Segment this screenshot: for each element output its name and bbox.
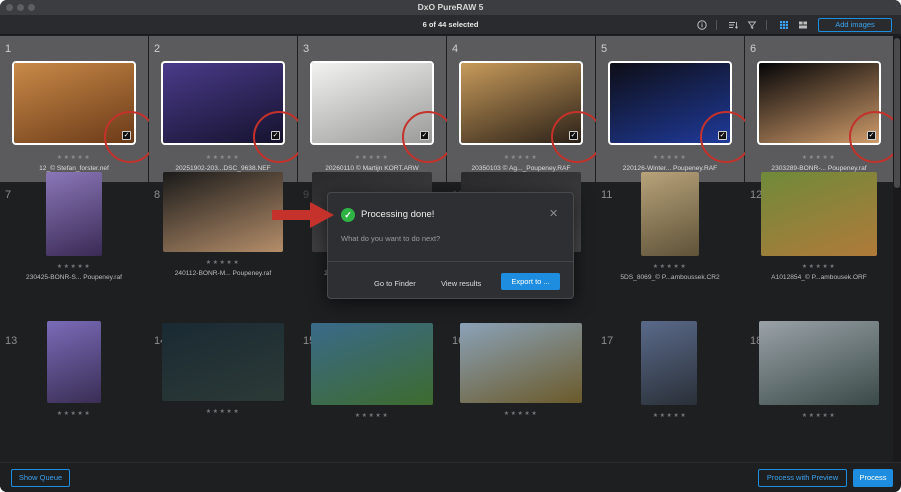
image-index: 1 xyxy=(5,43,12,55)
image-cell[interactable]: 6 ✓ ★★★★★ 2303289-BONR-... Poupeney.raf xyxy=(745,36,893,182)
image-thumbnail[interactable] xyxy=(641,172,699,256)
app-window: DxO PureRAW 5 6 of 44 selected Add image… xyxy=(0,0,901,492)
file-name: 220126-Winter... Poupeney.RAF xyxy=(622,165,718,172)
rating-stars[interactable]: ★★★★★ xyxy=(447,154,595,161)
success-check-icon: ✓ xyxy=(341,208,355,222)
go-to-finder-button[interactable]: Go to Finder xyxy=(374,279,416,288)
toolbar-separator xyxy=(716,20,717,30)
image-index: 2 xyxy=(154,43,161,55)
process-with-preview-button[interactable]: Process with Preview xyxy=(758,469,847,487)
image-index: 4 xyxy=(452,43,459,55)
processing-done-dialog: ✓ Processing done! ✕ What do you want to… xyxy=(327,192,574,299)
rating-stars[interactable]: ★★★★★ xyxy=(596,154,744,161)
image-cell[interactable]: 4 ✓ ★★★★★ 20350103 © Ag..._Poupeney.RAF xyxy=(447,36,603,182)
image-thumbnail[interactable] xyxy=(163,172,283,252)
rating-stars[interactable]: ★★★★★ xyxy=(745,263,893,270)
file-name: 20251902-203...DSC_9638.NEF xyxy=(175,165,271,172)
image-thumbnail[interactable] xyxy=(761,172,877,256)
toolbar: 6 of 44 selected Add images xyxy=(0,15,901,35)
sort-icon[interactable] xyxy=(727,19,739,31)
rating-stars[interactable]: ★★★★★ xyxy=(149,408,297,415)
toolbar-separator xyxy=(766,20,767,30)
image-thumbnail[interactable] xyxy=(47,321,101,403)
filter-icon[interactable] xyxy=(746,19,758,31)
scrollbar-thumb[interactable] xyxy=(894,38,900,188)
compare-view-icon[interactable] xyxy=(797,19,809,31)
image-index: 11 xyxy=(601,189,613,201)
close-window-button[interactable] xyxy=(6,4,13,11)
image-cell[interactable]: 11 ★★★★★ 5DS_8069_© P...amboussek.CR2 xyxy=(596,172,744,328)
info-icon[interactable] xyxy=(696,19,708,31)
rating-stars[interactable]: ★★★★★ xyxy=(447,410,595,417)
footer-bar: Show Queue Process with Preview Process xyxy=(0,462,901,492)
image-index: 17 xyxy=(601,335,614,347)
rating-stars[interactable]: ★★★★★ xyxy=(298,412,446,419)
dialog-title: Processing done! xyxy=(361,209,435,220)
rating-stars[interactable]: ★★★★★ xyxy=(298,154,446,161)
process-button[interactable]: Process xyxy=(853,469,893,487)
image-thumbnail[interactable] xyxy=(311,323,433,405)
image-cell[interactable]: 18 ★★★★★ xyxy=(745,321,893,462)
minimize-window-button[interactable] xyxy=(17,4,24,11)
image-index: 7 xyxy=(5,189,12,201)
image-index: 3 xyxy=(303,43,310,55)
image-index: 5 xyxy=(601,43,608,55)
image-index: 8 xyxy=(154,189,161,201)
file-name: 20350103 © Ag..._Poupeney.RAF xyxy=(471,165,571,172)
image-thumbnail[interactable] xyxy=(46,172,102,256)
grid-scrollbar[interactable] xyxy=(893,36,901,462)
image-index: 13 xyxy=(5,335,18,347)
dialog-divider xyxy=(328,261,573,262)
rating-stars[interactable]: ★★★★★ xyxy=(596,412,744,419)
image-cell[interactable]: 2 ✓ ★★★★★ 20251902-203...DSC_9638.NEF xyxy=(149,36,305,182)
annotation-arrow-icon xyxy=(272,202,334,228)
rating-stars[interactable]: ★★★★★ xyxy=(745,412,893,419)
grid-view-icon[interactable] xyxy=(778,19,790,31)
image-thumbnail[interactable] xyxy=(460,323,582,403)
title-bar: DxO PureRAW 5 xyxy=(0,0,901,15)
show-queue-button[interactable]: Show Queue xyxy=(11,469,70,487)
file-name: 5DS_8069_© P...amboussek.CR2 xyxy=(620,274,720,281)
rating-stars[interactable]: ★★★★★ xyxy=(0,263,148,270)
image-cell[interactable]: 7 ★★★★★ 230425-BONR-S... Poupeney.raf xyxy=(0,172,148,328)
image-thumbnail[interactable] xyxy=(641,321,697,405)
file-name: 20260110 © Martijn KORT.ARW xyxy=(325,165,419,172)
image-thumbnail[interactable] xyxy=(759,321,879,405)
dialog-question: What do you want to do next? xyxy=(341,234,441,243)
file-name: 2303289-BONR-... Poupeney.raf xyxy=(771,165,867,172)
image-cell[interactable]: 3 ✓ ★★★★★ 20260110 © Martijn KORT.ARW xyxy=(298,36,454,182)
add-images-button[interactable]: Add images xyxy=(818,18,892,32)
image-cell[interactable]: 12 ★★★★★ A1012854_© P...ambousek.ORF xyxy=(745,172,893,328)
image-index: 6 xyxy=(750,43,757,55)
file-name: 240112-BONR-M... Poupeney.raf xyxy=(174,270,272,277)
export-to-button[interactable]: Export to ... xyxy=(501,273,560,290)
zoom-window-button[interactable] xyxy=(28,4,35,11)
rating-stars[interactable]: ★★★★★ xyxy=(149,259,297,266)
file-name: 12_© Stefan_forster.nef xyxy=(39,165,109,172)
rating-stars[interactable]: ★★★★★ xyxy=(0,154,148,161)
image-cell[interactable]: 17 ★★★★★ xyxy=(596,321,744,462)
rating-stars[interactable]: ★★★★★ xyxy=(149,154,297,161)
image-cell[interactable]: 5 ✓ ★★★★★ 220126-Winter... Poupeney.RAF xyxy=(596,36,752,182)
file-name: A1012854_© P...ambousek.ORF xyxy=(771,274,867,281)
window-title: DxO PureRAW 5 xyxy=(417,2,484,12)
rating-stars[interactable]: ★★★★★ xyxy=(745,154,893,161)
rating-stars[interactable]: ★★★★★ xyxy=(596,263,744,270)
image-cell[interactable]: 13 ★★★★★ xyxy=(0,321,148,462)
close-icon[interactable]: ✕ xyxy=(549,208,558,220)
image-cell[interactable]: 15 ★★★★★ xyxy=(298,323,446,462)
image-cell[interactable]: 14 ★★★★★ xyxy=(149,323,297,462)
image-thumbnail[interactable] xyxy=(162,323,284,401)
rating-stars[interactable]: ★★★★★ xyxy=(0,410,148,417)
image-cell[interactable]: 16 ★★★★★ xyxy=(447,323,595,462)
image-cell[interactable]: 1 ✓ ★★★★★ 12_© Stefan_forster.nef xyxy=(0,36,156,182)
view-results-button[interactable]: View results xyxy=(441,279,481,288)
file-name: 230425-BONR-S... Poupeney.raf xyxy=(26,274,122,281)
